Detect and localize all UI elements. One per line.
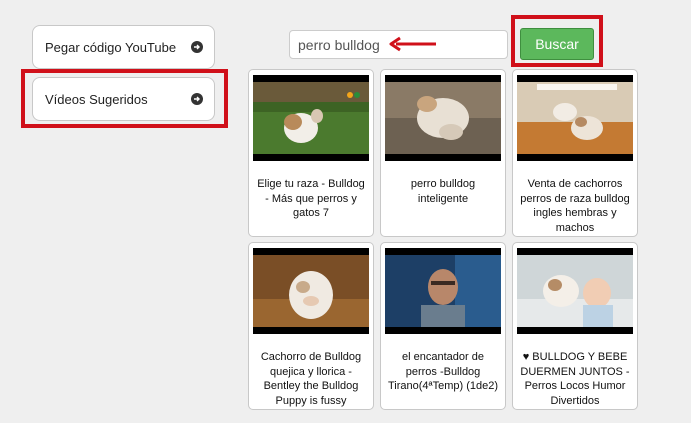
circle-arrow-right-icon <box>191 41 203 53</box>
red-arrow-annotation <box>389 36 436 52</box>
video-title: el encantador de perros -Bulldog Tirano(… <box>387 351 499 392</box>
video-thumbnail <box>517 248 633 334</box>
video-title: Elige tu raza - Bulldog - Más que perros… <box>257 178 365 219</box>
video-results-grid: Elige tu raza - Bulldog - Más que perros… <box>248 69 638 410</box>
video-card[interactable]: Venta de cachorros perros de raza bulldo… <box>512 69 638 237</box>
video-thumbnail <box>385 75 501 161</box>
video-card[interactable]: ♥ BULLDOG Y BEBE DUERMEN JUNTOS - Perros… <box>512 242 638 410</box>
paste-youtube-code-button[interactable]: Pegar código YouTube <box>32 25 215 69</box>
video-thumbnail <box>253 248 369 334</box>
video-card[interactable]: perro bulldog inteligente <box>380 69 506 237</box>
video-thumbnail <box>517 75 633 161</box>
video-card[interactable]: Cachorro de Bulldog quejica y llorica - … <box>248 242 374 410</box>
video-card[interactable]: Elige tu raza - Bulldog - Más que perros… <box>248 69 374 237</box>
circle-arrow-right-icon <box>191 93 203 105</box>
video-title: Venta de cachorros perros de raza bulldo… <box>520 178 630 234</box>
search-button[interactable]: Buscar <box>520 28 594 60</box>
video-title: perro bulldog inteligente <box>410 178 476 205</box>
suggested-videos-label: Vídeos Sugeridos <box>45 91 148 107</box>
video-title: Cachorro de Bulldog quejica y llorica - … <box>260 351 362 407</box>
paste-youtube-code-label: Pegar código YouTube <box>45 39 177 55</box>
video-title: ♥ BULLDOG Y BEBE DUERMEN JUNTOS - Perros… <box>520 351 630 407</box>
video-thumbnail <box>253 75 369 161</box>
video-thumbnail <box>385 248 501 334</box>
video-card[interactable]: el encantador de perros -Bulldog Tirano(… <box>380 242 506 410</box>
suggested-videos-button[interactable]: Vídeos Sugeridos <box>32 77 215 121</box>
